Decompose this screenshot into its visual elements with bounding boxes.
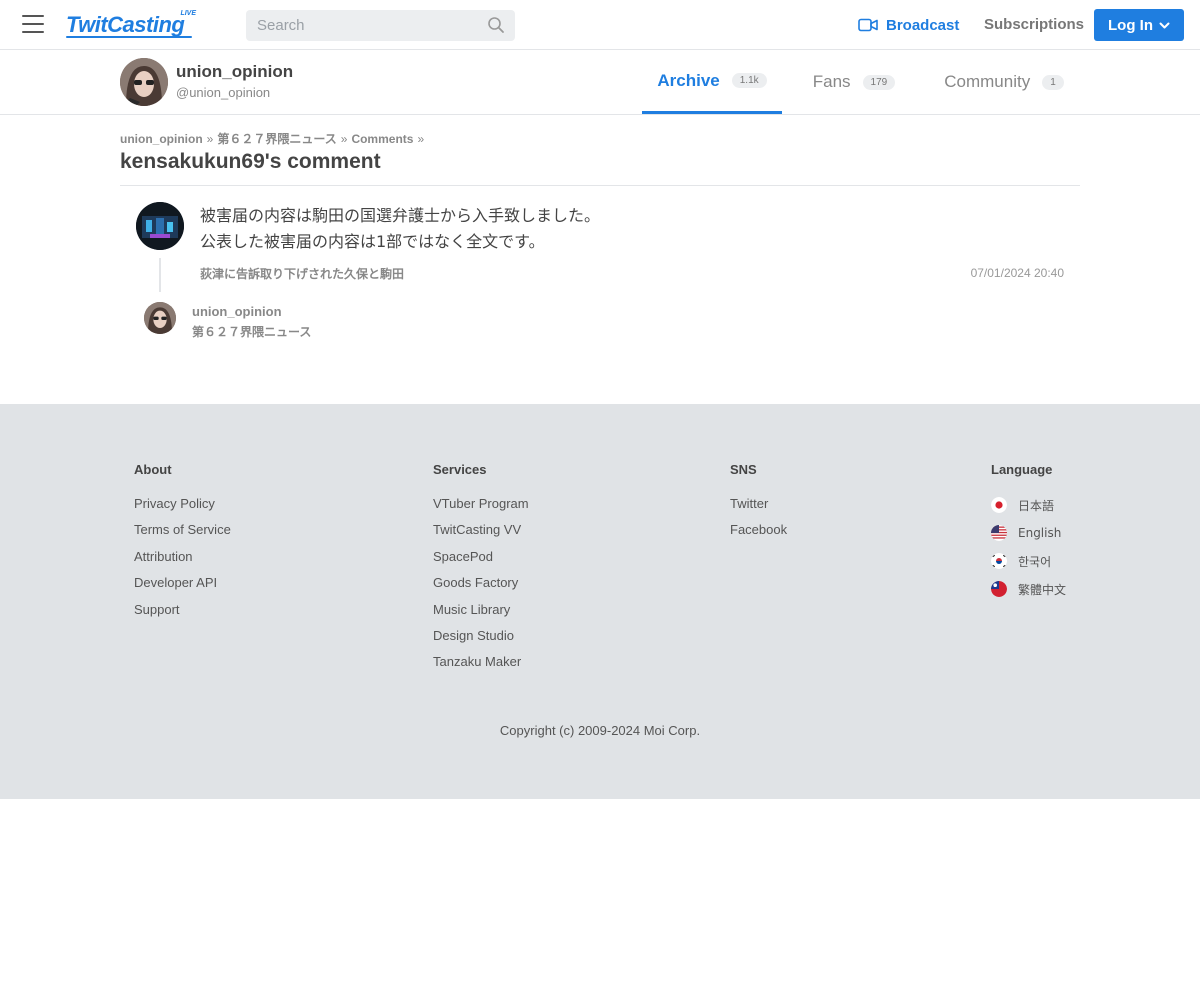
breadcrumb-separator: » — [417, 132, 425, 146]
movie-link[interactable]: 荻津に告訴取り下げされた久保と駒田 — [200, 265, 404, 282]
footer-link[interactable]: Developer API — [134, 575, 231, 591]
breadcrumb: union_opinion» 第６２７界隈ニュース» Comments» — [120, 130, 428, 147]
footer-heading: About — [134, 462, 172, 477]
language-option-en[interactable]: English — [991, 524, 1066, 542]
footer-link[interactable]: SpacePod — [433, 549, 529, 565]
us-flag-icon — [991, 525, 1007, 541]
thread-line — [159, 258, 161, 292]
footer-link[interactable]: Attribution — [134, 549, 231, 565]
footer: About Privacy Policy Terms of Service At… — [0, 404, 1200, 799]
tab-archive[interactable]: Archive 1.1k — [642, 50, 782, 114]
search-box — [246, 10, 515, 41]
footer-link[interactable]: Goods Factory — [433, 575, 529, 591]
login-button[interactable]: Log In — [1094, 9, 1184, 41]
comment-line: 公表した被害届の内容は1部ではなく全文です。 — [200, 232, 545, 251]
language-option-zh-tw[interactable]: 繁體中文 — [991, 580, 1066, 598]
language-option-ko[interactable]: 한국어 — [991, 552, 1066, 570]
language-label: English — [1018, 526, 1062, 540]
breadcrumb-comments[interactable]: Comments — [351, 132, 413, 146]
search-icon[interactable] — [487, 16, 505, 34]
video-camera-icon — [858, 18, 878, 32]
tab-count: 179 — [862, 74, 896, 90]
logo-text: TwitCasting — [66, 12, 185, 37]
breadcrumb-user[interactable]: union_opinion — [120, 132, 203, 146]
breadcrumb-separator: » — [340, 132, 348, 146]
tab-label: Community — [944, 72, 1031, 91]
language-option-ja[interactable]: 日本語 — [991, 496, 1066, 514]
reply-username[interactable]: union_opinion — [192, 304, 282, 319]
footer-about: About Privacy Policy Terms of Service At… — [134, 462, 231, 628]
reply-avatar[interactable] — [144, 302, 176, 334]
tab-fans[interactable]: Fans 179 — [795, 50, 913, 114]
footer-link-facebook[interactable]: Facebook — [730, 522, 787, 538]
comment-date: 07/01/2024 20:40 — [970, 266, 1064, 280]
footer-language: Language 日本語 English 한국어 繁體中文 — [991, 462, 1066, 608]
subscriptions-link[interactable]: Subscriptions — [984, 15, 1084, 35]
profile-bar: union_opinion @union_opinion Archive 1.1… — [0, 50, 1200, 115]
breadcrumb-separator: » — [206, 132, 214, 146]
logo[interactable]: TwitCasting LIVE — [66, 10, 198, 39]
footer-sns: SNS Twitter Facebook — [730, 462, 787, 549]
footer-link[interactable]: TwitCasting VV — [433, 522, 529, 538]
footer-link[interactable]: Terms of Service — [134, 522, 231, 538]
page-title: kensakukun69's comment — [120, 150, 381, 173]
search-input[interactable] — [246, 10, 476, 41]
comment-line: 被害届の内容は駒田の国選弁護士から入手致しました。 — [200, 206, 601, 225]
copyright: Copyright (c) 2009-2024 Moi Corp. — [499, 723, 701, 738]
footer-services: Services VTuber Program TwitCasting VV S… — [433, 462, 529, 681]
footer-heading: SNS — [730, 462, 757, 477]
broadcast-label: Broadcast — [886, 16, 960, 34]
avatar[interactable] — [120, 58, 168, 106]
menu-icon[interactable] — [22, 15, 44, 35]
logo-underline — [66, 36, 192, 38]
tab-label: Fans — [812, 72, 851, 91]
footer-link[interactable]: VTuber Program — [433, 496, 529, 512]
footer-link[interactable]: Privacy Policy — [134, 496, 231, 512]
language-label: 日本語 — [1018, 498, 1055, 513]
footer-link[interactable]: Design Studio — [433, 628, 529, 644]
top-navbar: TwitCasting LIVE Broadcast Subscriptions… — [0, 0, 1200, 50]
korea-flag-icon — [991, 553, 1007, 569]
profile-handle: @union_opinion — [176, 85, 271, 100]
taiwan-flag-icon — [991, 581, 1007, 597]
tab-label: Archive — [657, 70, 720, 90]
reply-movie-title[interactable]: 第６２７界隈ニュース — [192, 323, 311, 340]
commenter-avatar[interactable] — [136, 202, 184, 250]
footer-link[interactable]: Support — [134, 602, 231, 618]
footer-link[interactable]: Tanzaku Maker — [433, 654, 529, 670]
tab-count: 1 — [1042, 74, 1064, 90]
chevron-down-icon — [1159, 22, 1170, 28]
tab-count: 1.1k — [731, 73, 767, 88]
broadcast-link[interactable]: Broadcast — [858, 15, 959, 35]
footer-heading: Services — [433, 462, 487, 477]
login-label: Log In — [1108, 16, 1153, 34]
language-label: 한국어 — [1018, 554, 1052, 569]
footer-heading: Language — [991, 462, 1053, 477]
comment-text: 被害届の内容は駒田の国選弁護士から入手致しました。 公表した被害届の内容は1部で… — [200, 203, 600, 255]
footer-link-twitter[interactable]: Twitter — [730, 496, 787, 512]
divider — [120, 185, 1080, 186]
footer-link[interactable]: Music Library — [433, 602, 529, 618]
japan-flag-icon — [991, 497, 1007, 513]
language-label: 繁體中文 — [1018, 582, 1067, 597]
profile-name[interactable]: union_opinion — [176, 62, 293, 82]
tab-community[interactable]: Community 1 — [930, 50, 1078, 114]
breadcrumb-movie[interactable]: 第６２７界隈ニュース — [217, 132, 336, 146]
logo-badge: LIVE — [180, 10, 196, 17]
